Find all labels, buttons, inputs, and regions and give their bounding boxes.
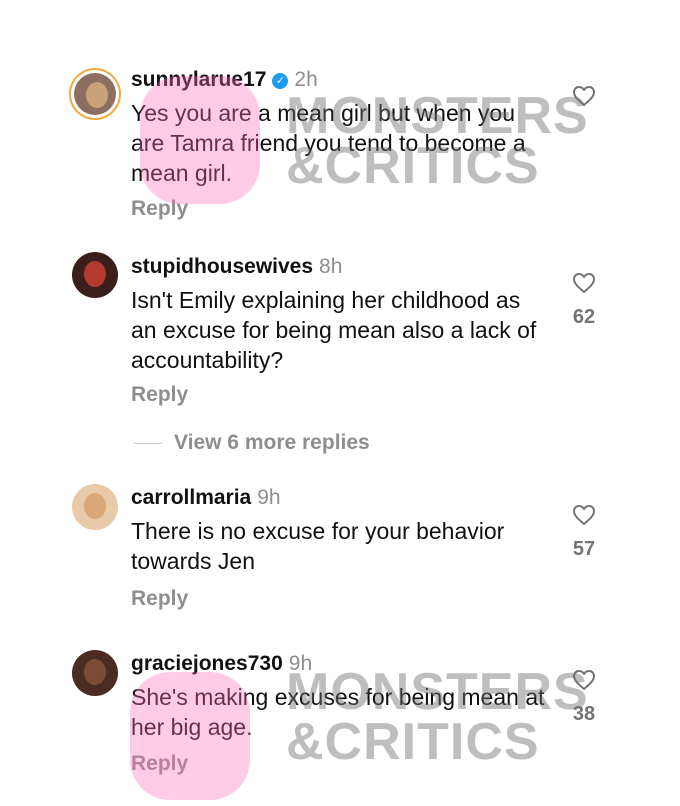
comment-text: Isn't Emily explaining her childhood as … <box>131 287 537 373</box>
verified-badge-icon: ✓ <box>272 73 289 89</box>
like-count: 62 <box>572 306 596 328</box>
comment-username[interactable]: sunnylarue17 <box>131 68 266 91</box>
comment-text: There is no excuse for your behavior tow… <box>131 518 505 574</box>
heart-outline-icon <box>573 505 595 525</box>
view-more-replies-label[interactable]: View 6 more replies <box>174 431 370 455</box>
comment-text: She's making excuses for being mean at h… <box>131 684 545 740</box>
like-count: 38 <box>572 703 596 725</box>
reply-button[interactable]: Reply <box>131 383 188 407</box>
avatar[interactable] <box>72 252 118 298</box>
like-button[interactable]: 62 <box>566 272 602 329</box>
heart-outline-icon <box>573 273 595 293</box>
comment-time: 8h <box>319 255 343 278</box>
comment-time: 9h <box>257 486 281 509</box>
divider <box>134 443 162 444</box>
reply-button[interactable]: Reply <box>131 752 188 776</box>
like-count: 57 <box>572 538 596 560</box>
heart-outline-icon <box>573 670 595 690</box>
heart-outline-icon <box>573 86 595 106</box>
like-button[interactable] <box>566 85 602 119</box>
comment-text: Yes you are a mean girl but when you are… <box>131 100 526 186</box>
like-button[interactable]: 57 <box>566 504 602 561</box>
comment-time: 9h <box>288 652 313 675</box>
comment-username[interactable]: graciejones730 <box>131 652 283 675</box>
comment-time: 2h <box>294 68 318 91</box>
comment-username[interactable]: carrollmaria <box>131 486 251 509</box>
avatar[interactable] <box>72 650 118 696</box>
avatar[interactable] <box>72 484 118 530</box>
reply-button[interactable]: Reply <box>131 587 188 611</box>
reply-button[interactable]: Reply <box>131 197 188 221</box>
like-button[interactable]: 38 <box>566 669 602 726</box>
comment-username[interactable]: stupidhousewives <box>131 255 313 278</box>
avatar[interactable] <box>74 73 116 115</box>
